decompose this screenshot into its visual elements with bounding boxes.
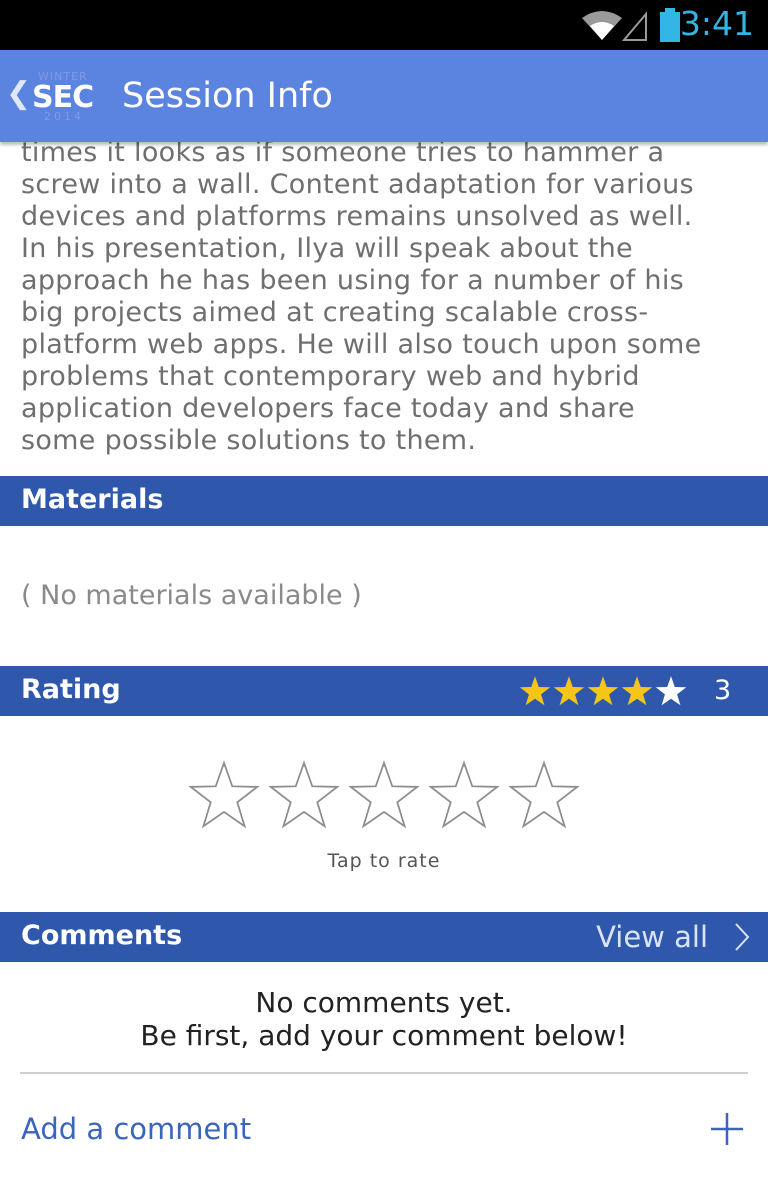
rate-stars	[188, 760, 588, 830]
materials-header-label: Materials	[21, 484, 164, 515]
description-line: devices and platforms remains unsolved a…	[21, 201, 693, 232]
rating-count: 3	[714, 675, 732, 706]
star-filled-icon	[587, 676, 619, 706]
no-materials-text: ( No materials available )	[21, 580, 362, 611]
no-comments-line1: No comments yet.	[255, 986, 513, 1019]
rating-header-label: Rating	[21, 674, 121, 705]
star-filled-icon	[553, 676, 585, 706]
wifi-icon	[580, 10, 652, 46]
app-logo[interactable]: WINTER SEC 2014	[30, 70, 100, 124]
tap-to-rate-label: Tap to rate	[327, 850, 441, 872]
description-line: approach he has been using for a number …	[21, 265, 684, 296]
comments-header: Comments View all	[0, 912, 768, 962]
page-title: Session Info	[122, 76, 333, 116]
description-line: In his presentation, Ilya will speak abo…	[21, 233, 633, 264]
chevron-left-icon[interactable]: ❮	[6, 76, 31, 111]
star-empty-icon	[655, 676, 687, 706]
status-clock: 3:41	[679, 4, 754, 43]
description-line: screw into a wall. Content adaptation fo…	[21, 169, 694, 200]
description-line: big projects aimed at creating scalable …	[21, 297, 649, 328]
average-rating-stars	[518, 675, 688, 707]
rate-star-4-icon[interactable]	[428, 760, 500, 830]
comments-header-label: Comments	[21, 920, 183, 951]
battery-icon	[658, 8, 682, 46]
description-line: some possible solutions to them.	[21, 425, 477, 456]
star-filled-icon	[519, 676, 551, 706]
rate-star-5-icon[interactable]	[508, 760, 580, 830]
view-all-button[interactable]: View all	[596, 920, 708, 954]
star-filled-icon	[621, 676, 653, 706]
rate-star-2-icon[interactable]	[268, 760, 340, 830]
action-bar: ❮ WINTER SEC 2014 Session Info	[0, 50, 768, 142]
rate-star-1-icon[interactable]	[188, 760, 260, 830]
materials-header: Materials	[0, 476, 768, 526]
divider	[20, 1072, 748, 1074]
description-line: platform web apps. He will also touch up…	[21, 329, 702, 360]
add-comment-button[interactable]: Add a comment	[21, 1112, 251, 1146]
description-line: application developers face today and sh…	[21, 393, 635, 424]
description-line: problems that contemporary web and hybri…	[21, 361, 640, 392]
rating-header: Rating 3	[0, 666, 768, 716]
plus-icon[interactable]	[710, 1112, 744, 1146]
no-comments-message: No comments yet. Be first, add your comm…	[0, 986, 768, 1052]
session-description: times it looks as if someone tries to ha…	[21, 137, 756, 457]
no-comments-line2: Be first, add your comment below!	[140, 1019, 628, 1052]
rate-star-3-icon[interactable]	[348, 760, 420, 830]
chevron-right-icon[interactable]	[734, 922, 750, 956]
status-bar: 3:41	[0, 0, 768, 50]
logo-bottom-text: 2014	[44, 110, 84, 123]
